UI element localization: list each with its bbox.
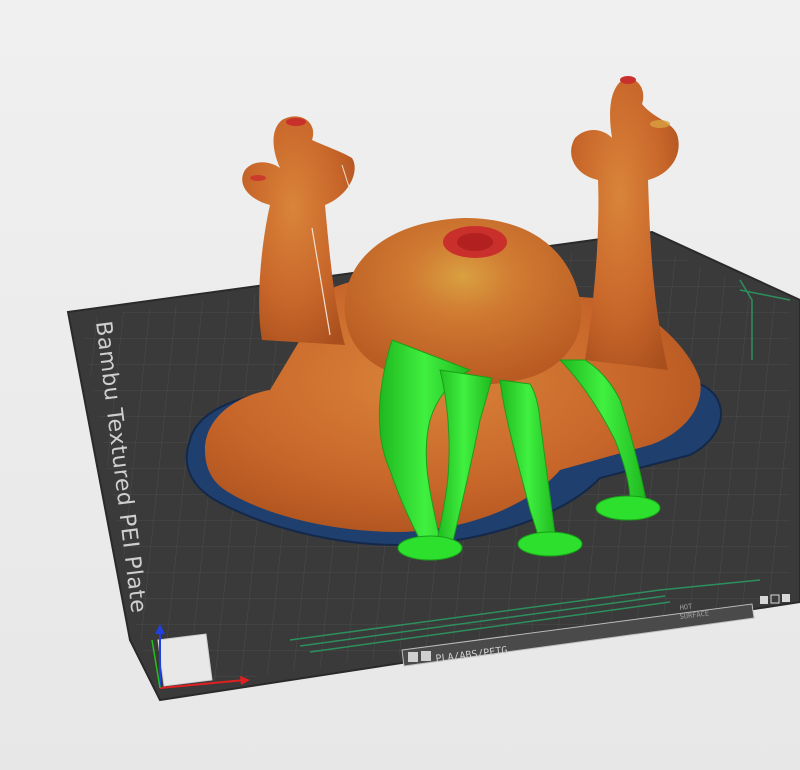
- support-foot-3: [595, 495, 661, 521]
- hot-label: HOT: [679, 602, 693, 612]
- dome-top-overhang-core: [457, 233, 493, 251]
- right-arm-tip-overhang: [620, 76, 636, 84]
- support-foot-2: [517, 531, 583, 557]
- filament-icon-b: [421, 651, 431, 661]
- scene-canvas[interactable]: Bambu Textured PEI Plate PLA/ABS/PETG HO…: [0, 0, 800, 770]
- filament-icon-a: [408, 652, 418, 662]
- left-hand-overhang: [250, 175, 266, 181]
- 3d-viewport[interactable]: Bambu Textured PEI Plate PLA/ABS/PETG HO…: [0, 0, 800, 770]
- left-arm-tip-overhang: [286, 118, 306, 126]
- plate-origin-square: [157, 633, 213, 687]
- support-foot-1: [397, 535, 463, 561]
- right-hand-overhang: [650, 120, 670, 128]
- plate-icon-3: [782, 594, 790, 602]
- plate-icon-1: [760, 596, 768, 604]
